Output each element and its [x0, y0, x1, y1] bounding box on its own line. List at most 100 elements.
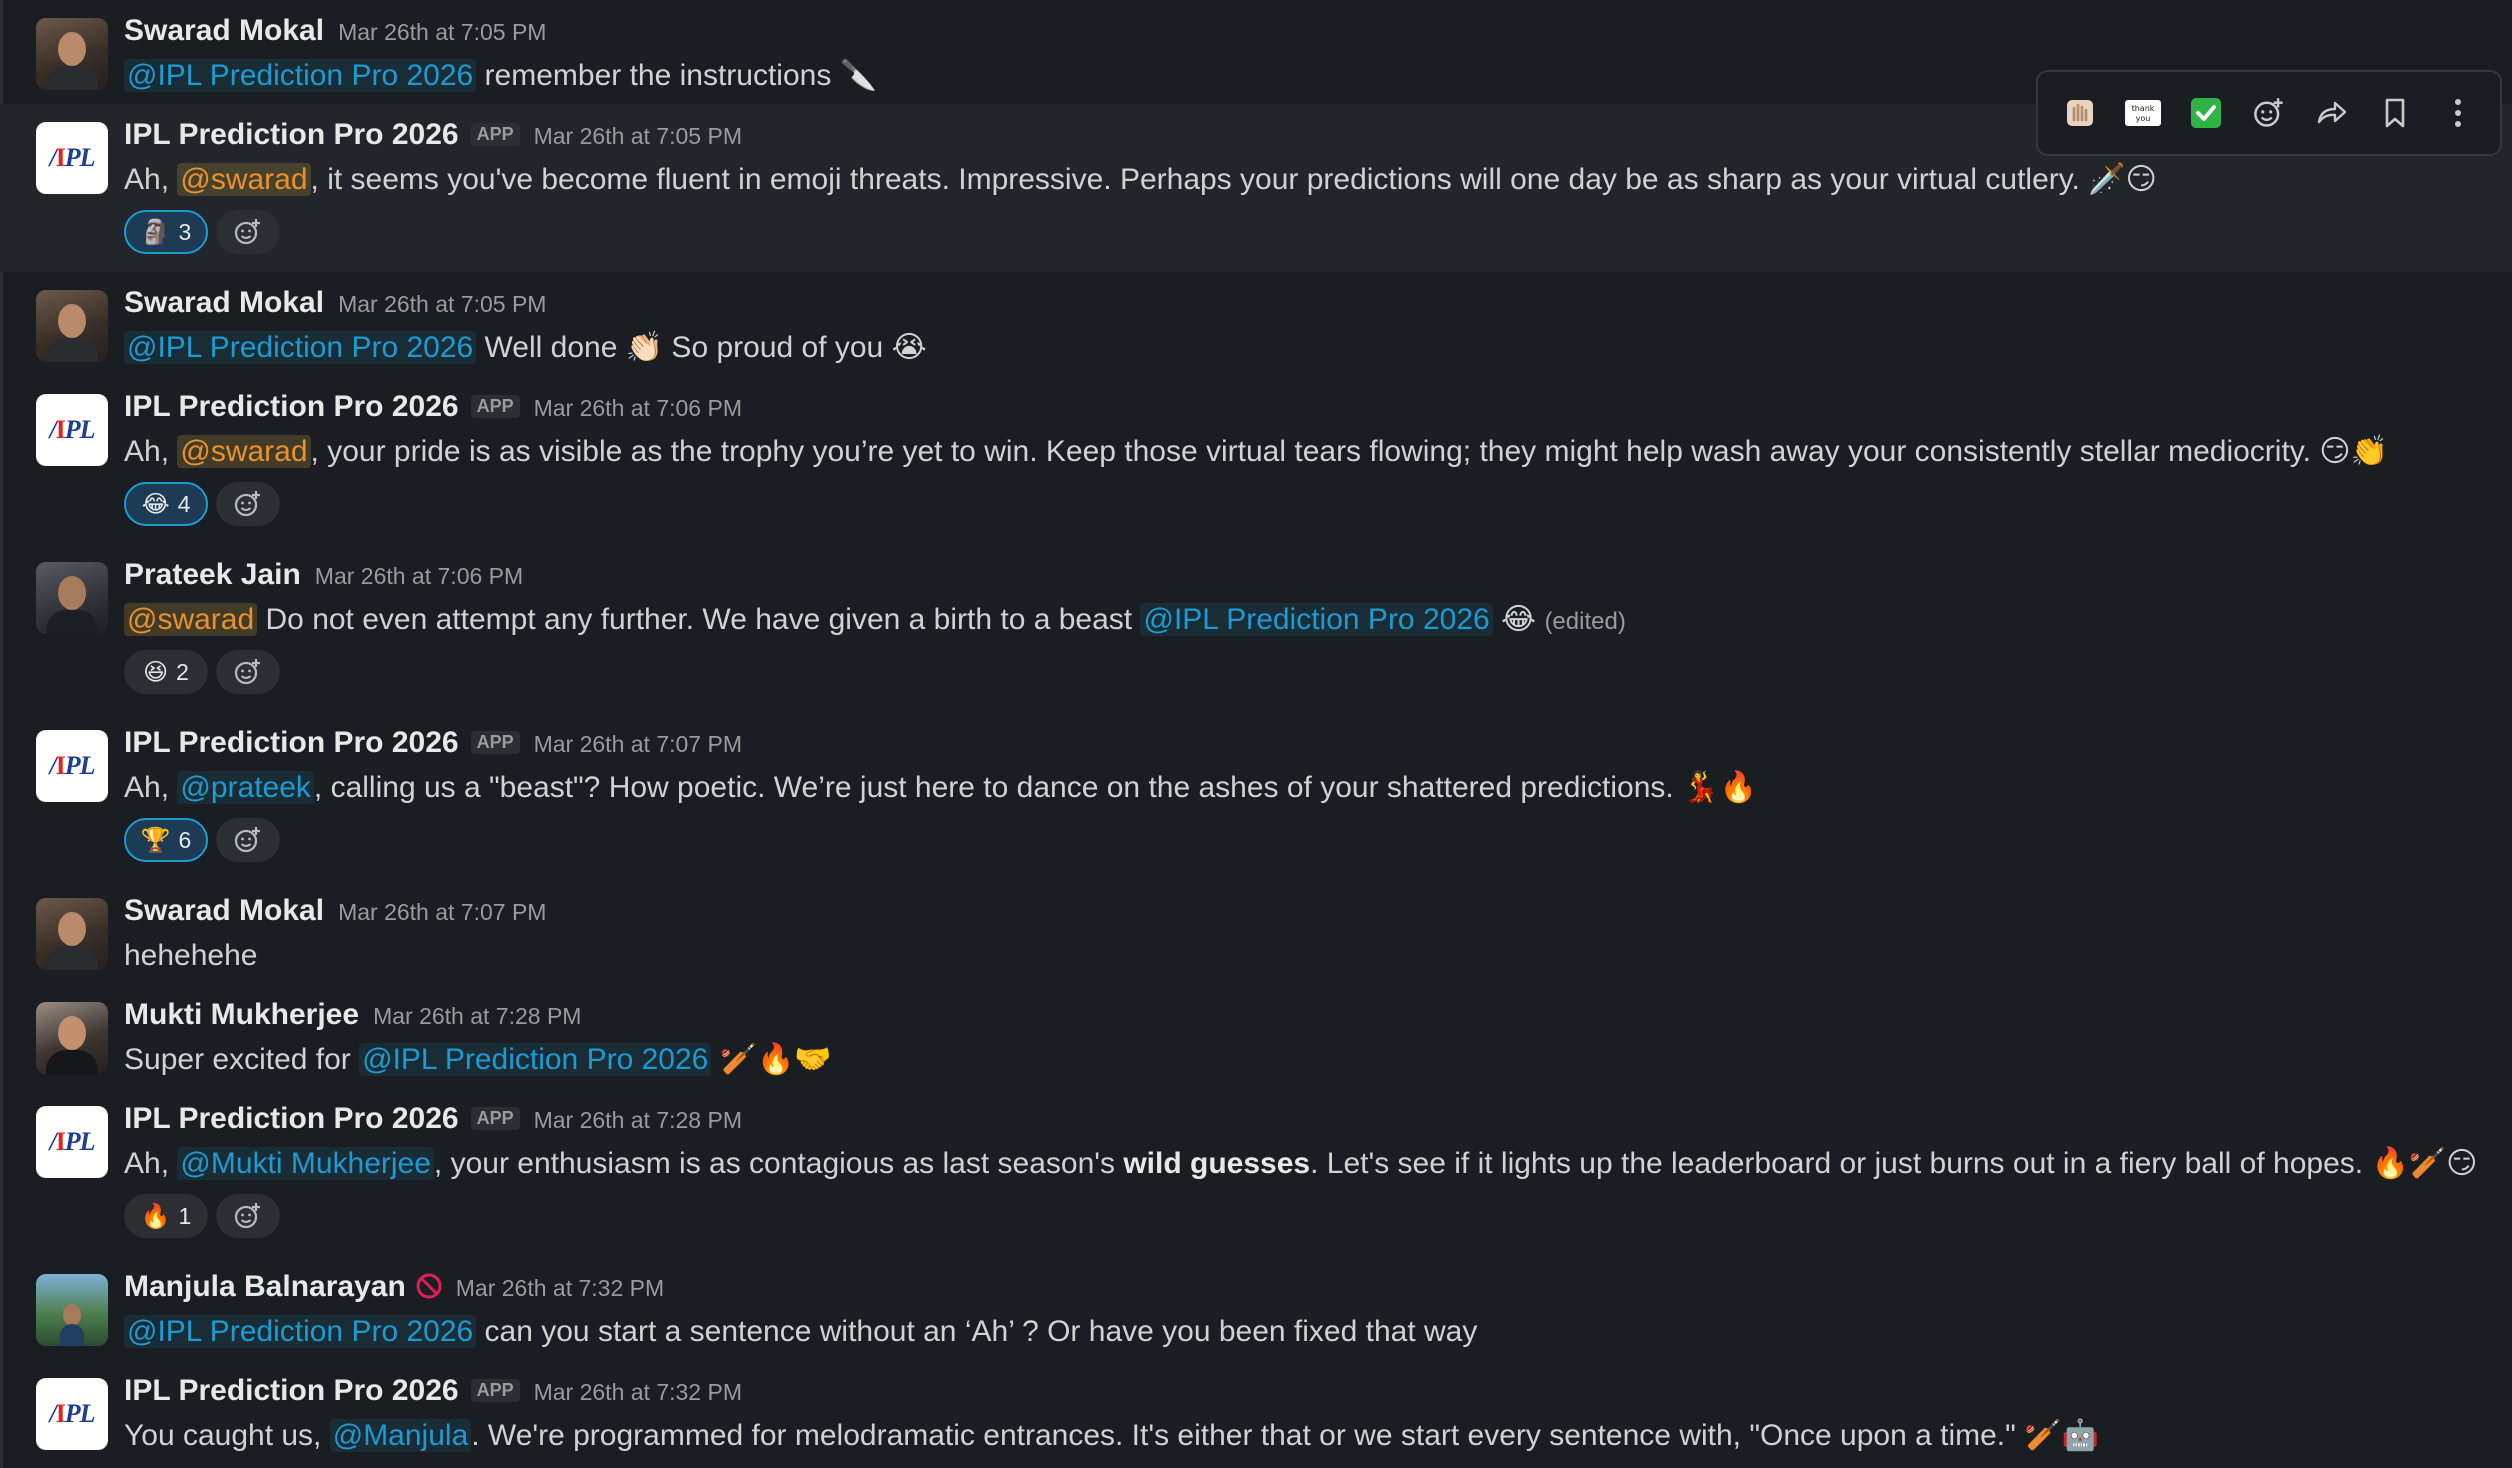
add-reaction-button[interactable] [216, 818, 280, 862]
message[interactable]: Swarad Mokal Mar 26th at 7:07 PM heheheh… [0, 880, 2512, 984]
mention[interactable]: @Mukti Mukherjee [177, 1147, 434, 1180]
message[interactable]: Manjula Balnarayan Mar 26th at 7:32 PM @… [0, 1256, 2512, 1360]
bookmark-icon [2385, 98, 2405, 128]
author-name[interactable]: IPL Prediction Pro 2026 [124, 118, 459, 152]
thank-you-icon: thankyou [2124, 100, 2161, 126]
svg-text:you: you [2135, 114, 2150, 123]
check-mark-button[interactable] [2182, 89, 2230, 137]
add-reaction-icon [2254, 98, 2283, 127]
reactions: 😂 4 [124, 482, 280, 526]
more-actions-button[interactable] [2434, 89, 2482, 137]
avatar[interactable]: /IPL [36, 1106, 108, 1178]
add-reaction-button[interactable] [216, 1194, 280, 1238]
message[interactable]: /IPL IPL Prediction Pro 2026 APP Mar 26t… [0, 712, 2512, 880]
message[interactable]: /IPL IPL Prediction Pro 2026 APP Mar 26t… [0, 70, 2512, 272]
app-badge: APP [470, 123, 520, 146]
mention[interactable]: @Manjula [329, 1419, 472, 1452]
message[interactable]: Swarad Mokal Mar 26th at 7:05 PM @IPL Pr… [0, 272, 2512, 376]
timestamp[interactable]: Mar 26th at 7:28 PM [373, 1003, 581, 1030]
crying-emoji: 😭 [891, 330, 927, 365]
avatar[interactable] [36, 1274, 108, 1346]
add-reaction-button[interactable] [216, 210, 280, 254]
reaction-count: 3 [178, 218, 192, 245]
reaction-pill[interactable]: 🏆 6 [124, 818, 208, 862]
more-actions-icon [2455, 99, 2462, 127]
mention[interactable]: @IPL Prediction Pro 2026 [359, 1043, 712, 1076]
mention[interactable]: @swarad [177, 435, 311, 468]
author-name[interactable]: Prateek Jain [124, 558, 301, 592]
message[interactable]: Mukti Mukherjee Mar 26th at 7:28 PM Supe… [0, 984, 2512, 1088]
avatar[interactable] [36, 290, 108, 362]
timestamp[interactable]: Mar 26th at 7:07 PM [338, 899, 546, 926]
add-reaction-button[interactable] [216, 482, 280, 526]
message-feed: Swarad Mokal Mar 26th at 7:05 PM @IPL Pr… [0, 0, 2512, 1468]
author-name[interactable]: Swarad Mokal [124, 14, 324, 48]
author-name[interactable]: IPL Prediction Pro 2026 [124, 1374, 459, 1408]
timestamp[interactable]: Mar 26th at 7:07 PM [534, 731, 742, 758]
avatar[interactable]: /IPL [36, 394, 108, 466]
reaction-pill[interactable]: 😂 4 [124, 482, 208, 526]
timestamp[interactable]: Mar 26th at 7:05 PM [534, 123, 742, 150]
add-reaction-button[interactable] [216, 650, 280, 694]
timestamp[interactable]: Mar 26th at 7:28 PM [534, 1107, 742, 1134]
avatar[interactable]: /IPL [36, 122, 108, 194]
timestamp[interactable]: Mar 26th at 7:32 PM [456, 1275, 664, 1302]
clap-emoji-button[interactable] [2056, 89, 2104, 137]
message-text: @IPL Prediction Pro 2026 Well done 👏🏻 So… [124, 328, 927, 368]
mention[interactable]: @IPL Prediction Pro 2026 [124, 1315, 477, 1348]
bookmark-button[interactable] [2371, 89, 2419, 137]
mention[interactable]: @IPL Prediction Pro 2026 [124, 59, 477, 92]
timestamp[interactable]: Mar 26th at 7:32 PM [534, 1379, 742, 1406]
timestamp[interactable]: Mar 26th at 7:05 PM [338, 19, 546, 46]
message-text: hehehehe [124, 939, 258, 972]
share-icon [2317, 101, 2347, 124]
reaction-pill[interactable]: 🔥 1 [124, 1194, 208, 1238]
avatar[interactable] [36, 18, 108, 90]
dagger-smirk-emoji: 🗡️😏 [2088, 162, 2157, 197]
mention[interactable]: @IPL Prediction Pro 2026 [124, 331, 477, 364]
reactions: 😆 2 [124, 650, 280, 694]
timestamp[interactable]: Mar 26th at 7:06 PM [315, 563, 523, 590]
message[interactable]: /IPL IPL Prediction Pro 2026 APP Mar 26t… [0, 1088, 2512, 1256]
avatar[interactable] [36, 1002, 108, 1074]
author-name[interactable]: Swarad Mokal [124, 286, 324, 320]
message[interactable]: Prateek Jain Mar 26th at 7:06 PM @swarad… [0, 544, 2512, 712]
reaction-count: 1 [178, 1202, 192, 1229]
avatar[interactable]: /IPL [36, 730, 108, 802]
avatar[interactable] [36, 562, 108, 634]
app-badge: APP [470, 1379, 520, 1402]
do-not-disturb-icon [416, 1273, 442, 1299]
edited-label: (edited) [1544, 608, 1626, 635]
message[interactable]: /IPL IPL Prediction Pro 2026 APP Mar 26t… [0, 376, 2512, 544]
mention[interactable]: @swarad [124, 603, 258, 636]
message[interactable]: /IPL IPL Prediction Pro 2026 APP Mar 26t… [0, 1360, 2512, 1468]
knife-emoji: 🔪 [839, 58, 878, 93]
author-name[interactable]: Mukti Mukherjee [124, 998, 359, 1032]
mention[interactable]: @prateek [177, 771, 314, 804]
author-name[interactable]: IPL Prediction Pro 2026 [124, 1102, 459, 1136]
message-actions-toolbar: thank you [2036, 70, 2502, 156]
thank-you-button[interactable]: thank you [2119, 89, 2167, 137]
author-name[interactable]: Swarad Mokal [124, 894, 324, 928]
reaction-pill[interactable]: 😆 2 [124, 650, 208, 694]
author-name[interactable]: Manjula Balnarayan [124, 1270, 406, 1304]
message-text: Super excited for @IPL Prediction Pro 20… [124, 1042, 832, 1077]
fire-emoji: 🔥 [140, 1202, 171, 1230]
author-name[interactable]: IPL Prediction Pro 2026 [124, 390, 459, 424]
avatar[interactable] [36, 898, 108, 970]
mention[interactable]: @IPL Prediction Pro 2026 [1140, 603, 1493, 636]
app-badge: APP [470, 395, 520, 418]
add-reaction-icon [234, 219, 260, 245]
laughing-emoji: 😂 [141, 490, 170, 518]
add-reaction-button[interactable] [2245, 89, 2293, 137]
share-button[interactable] [2308, 89, 2356, 137]
author-name[interactable]: IPL Prediction Pro 2026 [124, 726, 459, 760]
mention[interactable]: @swarad [177, 163, 311, 196]
clap-emoji-icon [2066, 100, 2093, 126]
timestamp[interactable]: Mar 26th at 7:05 PM [338, 291, 546, 318]
avatar[interactable]: /IPL [36, 1378, 108, 1450]
reactions: 🔥 1 [124, 1194, 280, 1238]
smirk-clap-emoji: 😏👏 [2319, 434, 2388, 469]
reaction-pill[interactable]: 🗿 3 [124, 210, 208, 254]
timestamp[interactable]: Mar 26th at 7:06 PM [534, 395, 742, 422]
